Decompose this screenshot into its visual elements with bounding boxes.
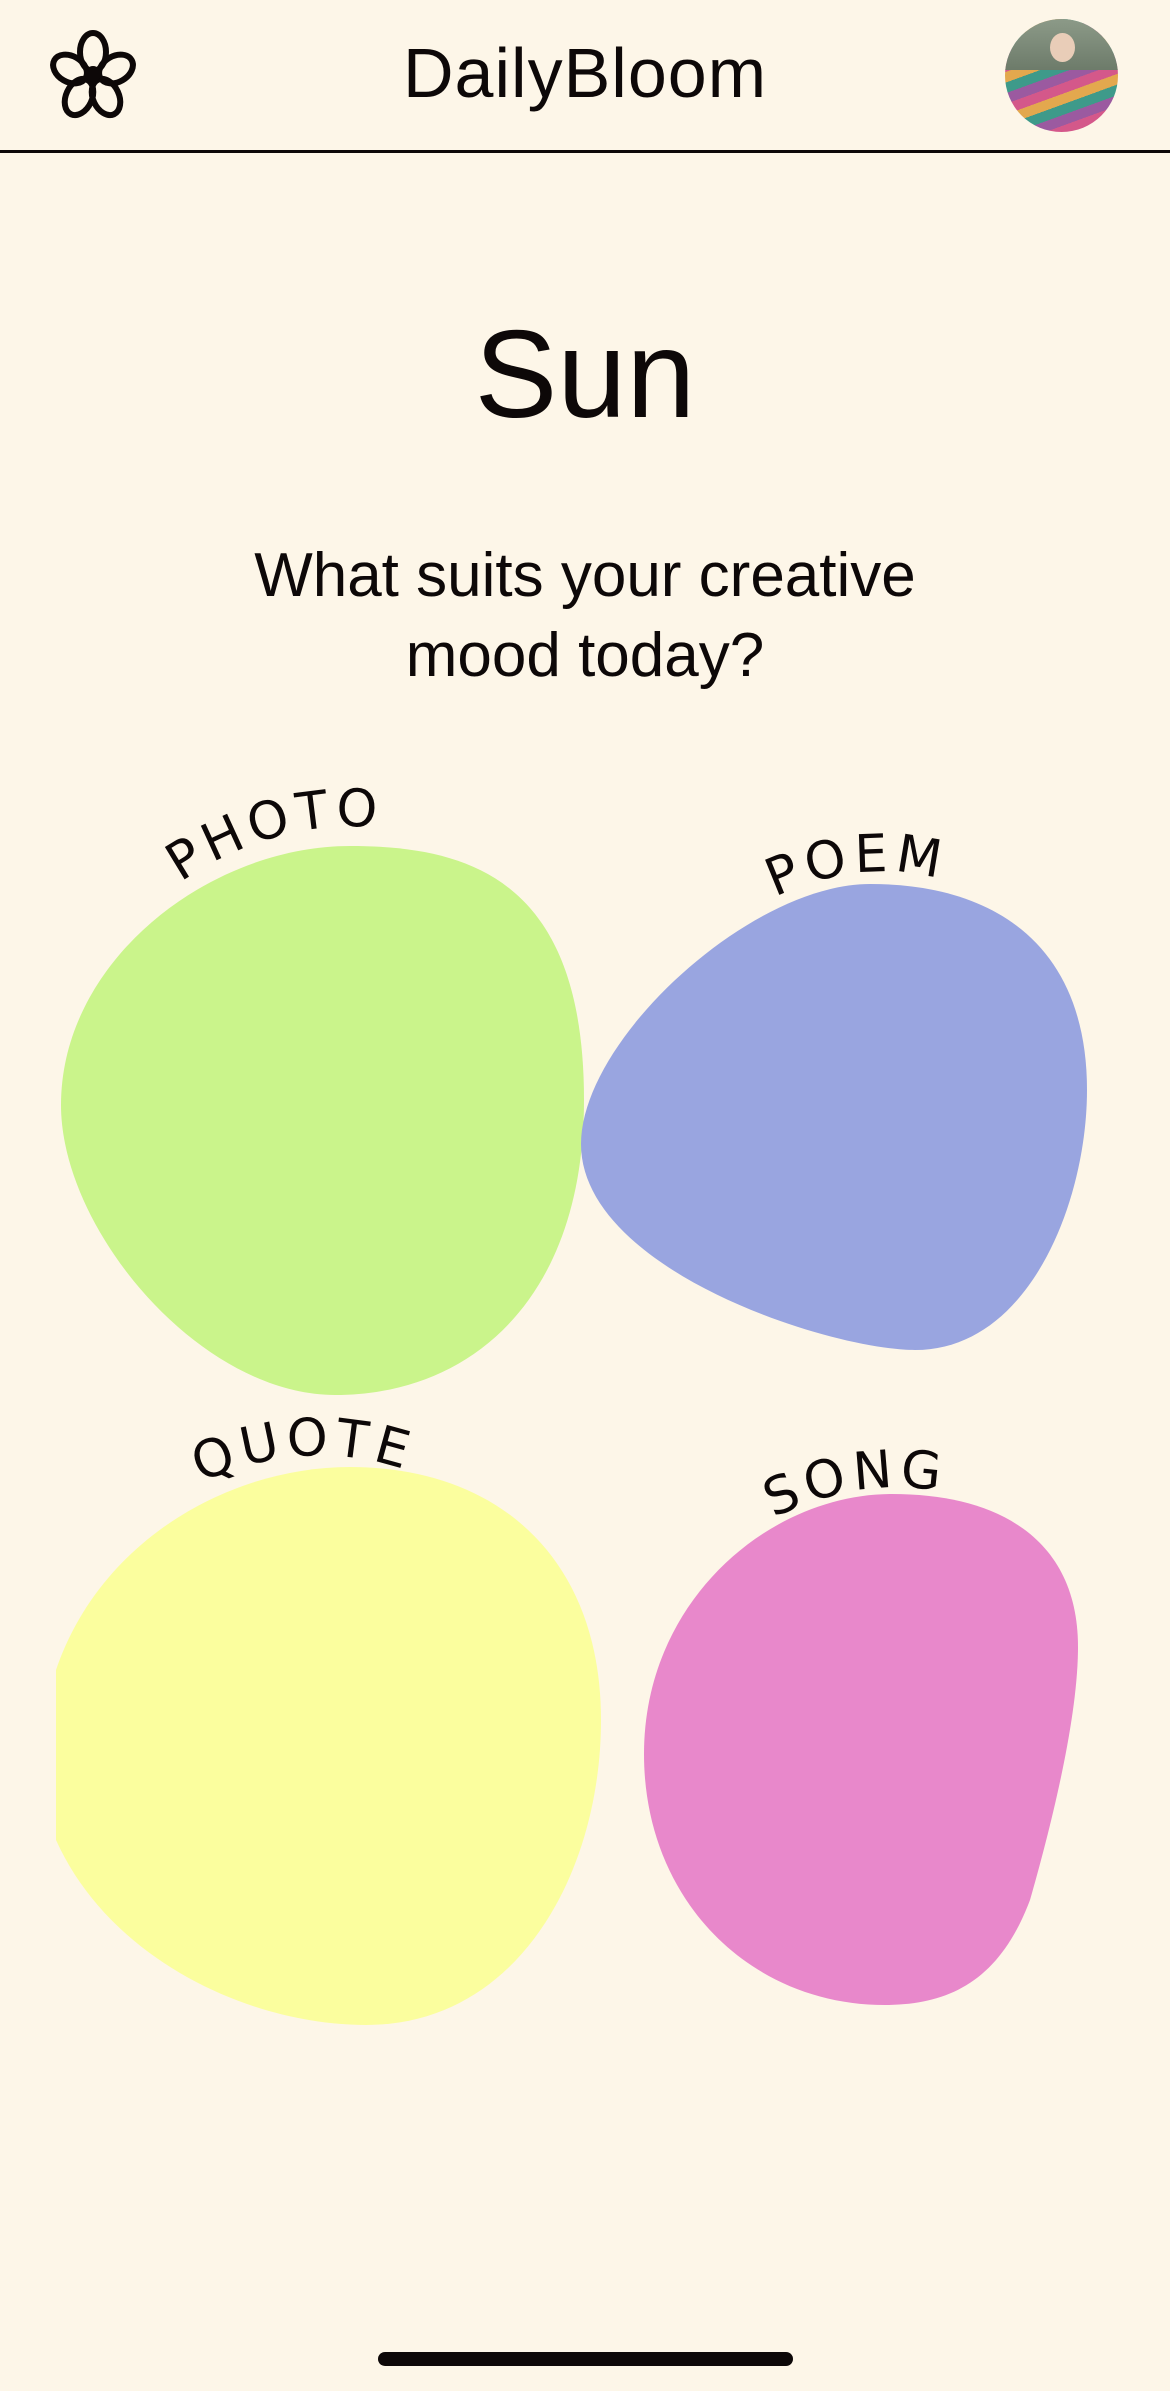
photo-blob[interactable] [61,846,584,1395]
quote-blob[interactable] [56,1467,601,2025]
home-indicator[interactable] [378,2352,793,2366]
poem-blob[interactable] [581,884,1087,1350]
option-quote[interactable]: QUOTE [56,1408,601,2025]
option-song[interactable]: SONG [644,1439,1078,2005]
song-blob[interactable] [644,1494,1078,2005]
option-poem[interactable]: POEM [581,824,1087,1350]
mood-options: PHOTO POEM QUOTE SONG [56,779,1087,2025]
option-photo[interactable]: PHOTO [61,779,584,1395]
